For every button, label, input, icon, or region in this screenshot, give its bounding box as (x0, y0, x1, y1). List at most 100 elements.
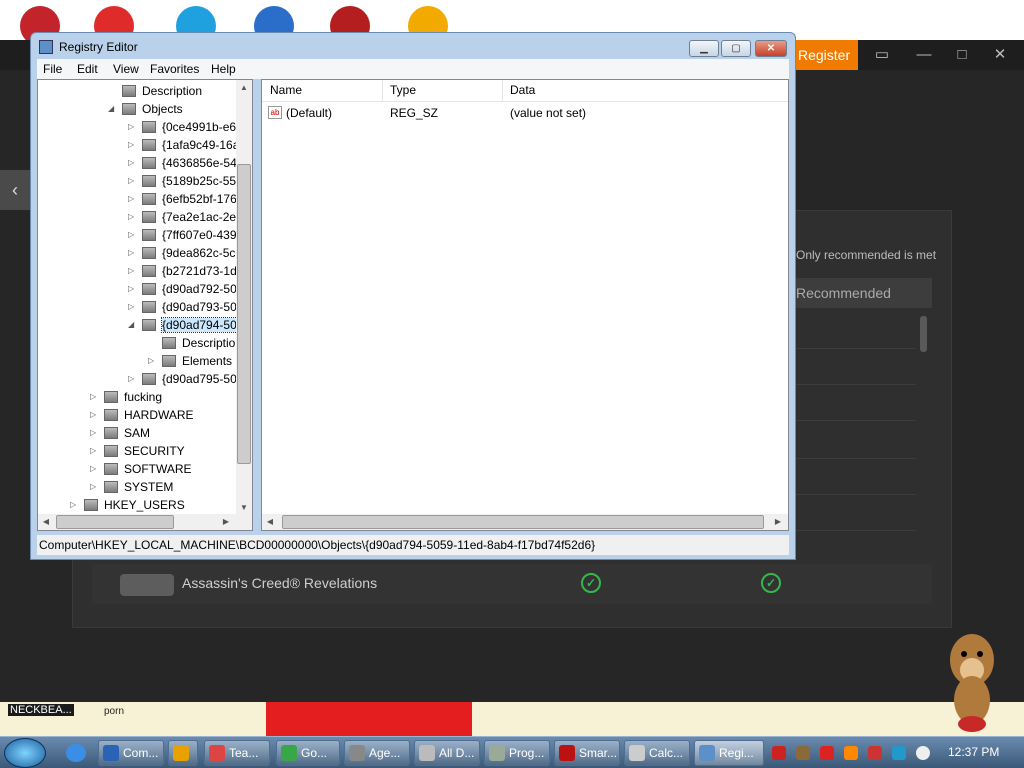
taskbar-item[interactable]: Smar... (554, 740, 620, 766)
scroll-left-arrow-icon[interactable]: ◀ (38, 514, 54, 530)
taskbar-item[interactable]: All D... (414, 740, 480, 766)
tree-node[interactable]: Descriptio (162, 334, 235, 352)
expand-arrow-icon[interactable]: ▷ (90, 388, 96, 406)
tree-node[interactable]: SECURITY (104, 442, 185, 460)
tray-app-icon[interactable] (820, 746, 834, 760)
expand-arrow-icon[interactable]: ▷ (90, 460, 96, 478)
menu-file[interactable]: File (43, 62, 62, 76)
register-button[interactable]: Register (790, 40, 858, 70)
tree-node[interactable]: HKEY_USERS (84, 496, 185, 514)
tree-vertical-scrollbar[interactable]: ▲ ▼ (236, 80, 252, 516)
tree-horizontal-scrollbar[interactable]: ◀ ▶ (38, 514, 252, 530)
panel-scrollbar[interactable] (920, 316, 927, 352)
tree-node[interactable]: SOFTWARE (104, 460, 192, 478)
start-button[interactable] (4, 738, 46, 768)
collapse-arrow-icon[interactable]: ◢ (108, 100, 114, 118)
taskbar-item[interactable]: Prog... (484, 740, 550, 766)
game-row[interactable]: Assassin's Creed® Revelations ✓ ✓ (92, 564, 932, 604)
values-pane[interactable]: Name Type Data ab (Default) REG_SZ (valu… (261, 79, 789, 531)
scroll-right-arrow-icon[interactable]: ▶ (218, 514, 234, 530)
tree-node[interactable]: {d90ad795-505 (142, 370, 243, 388)
tree-node[interactable]: Elements (162, 352, 232, 370)
tree-node[interactable]: {4636856e-540 (142, 154, 243, 172)
tree-node[interactable]: {1afa9c49-16ab (142, 136, 246, 154)
tree-node[interactable]: SAM (104, 424, 150, 442)
minimize-button[interactable]: ▁ (689, 40, 719, 57)
notification-icon[interactable]: ▭ (870, 44, 894, 66)
column-type[interactable]: Type (390, 83, 416, 97)
expand-arrow-icon[interactable]: ▷ (128, 136, 134, 154)
scroll-right-arrow-icon[interactable]: ▶ (770, 514, 786, 530)
value-row[interactable]: ab (Default) REG_SZ (value not set) (262, 104, 788, 122)
menu-favorites[interactable]: Favorites (150, 62, 199, 76)
expand-arrow-icon[interactable]: ▷ (90, 406, 96, 424)
expand-arrow-icon[interactable]: ▷ (128, 118, 134, 136)
tray-app-icon[interactable] (772, 746, 786, 760)
column-name[interactable]: Name (270, 83, 302, 97)
expand-arrow-icon[interactable]: ▷ (148, 352, 154, 370)
expand-arrow-icon[interactable]: ▷ (128, 262, 134, 280)
tray-app-icon[interactable] (844, 746, 858, 760)
column-divider[interactable] (502, 80, 503, 102)
tree-node[interactable]: {0ce4991b-e6b (142, 118, 243, 136)
expand-arrow-icon[interactable]: ▷ (90, 478, 96, 496)
tree-node[interactable]: Objects (122, 100, 183, 118)
expand-arrow-icon[interactable]: ▷ (128, 370, 134, 388)
tree-node[interactable]: HARDWARE (104, 406, 194, 424)
menu-view[interactable]: View (113, 62, 139, 76)
expand-arrow-icon[interactable]: ▷ (128, 154, 134, 172)
back-arrow-icon[interactable]: ‹ (0, 170, 30, 210)
tray-app-icon[interactable] (868, 746, 882, 760)
expand-arrow-icon[interactable]: ▷ (128, 226, 134, 244)
taskbar-item[interactable]: Calc... (624, 740, 690, 766)
expand-arrow-icon[interactable]: ▷ (128, 280, 134, 298)
menu-help[interactable]: Help (211, 62, 236, 76)
key-tree-pane[interactable]: Description Objects ◢ {0ce4991b-e6b ▷ {1afa9c… (37, 79, 253, 531)
tree-node[interactable]: {9dea862c-5cd (142, 244, 242, 262)
tree-node[interactable]: {7ff607e0-4395 (142, 226, 243, 244)
expand-arrow-icon[interactable]: ▷ (128, 298, 134, 316)
tray-app-icon[interactable] (892, 746, 906, 760)
values-horizontal-scrollbar[interactable]: ◀ ▶ (262, 514, 788, 530)
taskbar-item[interactable] (168, 740, 198, 766)
expand-arrow-icon[interactable]: ▷ (90, 424, 96, 442)
scroll-thumb[interactable] (56, 515, 174, 529)
scroll-up-arrow-icon[interactable]: ▲ (236, 80, 252, 96)
clock[interactable]: 12:37 PM (948, 745, 999, 759)
tree-node[interactable]: {7ea2e1ac-2e6 (142, 208, 243, 226)
maximize-button[interactable]: ▢ (721, 40, 751, 57)
tree-node[interactable]: {5189b25c-555 (142, 172, 243, 190)
expand-arrow-icon[interactable]: ▷ (128, 244, 134, 262)
expand-arrow-icon[interactable]: ▷ (128, 190, 134, 208)
taskbar-item[interactable]: Regi... (694, 740, 764, 766)
registry-editor-window[interactable]: Registry Editor ▁ ▢ ✕ File Edit View Fav… (30, 32, 796, 560)
minimize-icon[interactable]: — (912, 44, 936, 66)
tree-node[interactable]: SYSTEM (104, 478, 173, 496)
tree-node[interactable]: {d90ad792-505 (142, 280, 243, 298)
tray-app-icon[interactable] (796, 746, 810, 760)
expand-arrow-icon[interactable]: ▷ (90, 442, 96, 460)
menu-edit[interactable]: Edit (77, 62, 98, 76)
scroll-thumb[interactable] (282, 515, 764, 529)
tree-node[interactable]: {b2721d73-1db (142, 262, 243, 280)
taskbar-item[interactable]: Go... (276, 740, 340, 766)
tree-node[interactable]: fucking (104, 388, 162, 406)
expand-arrow-icon[interactable]: ▷ (70, 496, 76, 514)
collapse-arrow-icon[interactable]: ◢ (128, 316, 134, 334)
close-icon[interactable]: ✕ (988, 44, 1012, 66)
tree-node[interactable]: {d90ad794-505 (142, 316, 245, 334)
column-data[interactable]: Data (510, 83, 535, 97)
scroll-thumb[interactable] (237, 164, 251, 464)
expand-arrow-icon[interactable]: ▷ (128, 208, 134, 226)
hamster-gadget-icon[interactable] (942, 620, 1002, 736)
taskbar-item[interactable]: Tea... (204, 740, 270, 766)
maximize-icon[interactable]: □ (950, 44, 974, 66)
column-divider[interactable] (382, 80, 383, 102)
tree-node[interactable]: {d90ad793-505 (142, 298, 243, 316)
expand-arrow-icon[interactable]: ▷ (128, 172, 134, 190)
scroll-left-arrow-icon[interactable]: ◀ (262, 514, 278, 530)
taskbar-item[interactable]: Age... (344, 740, 410, 766)
close-button[interactable]: ✕ (755, 40, 787, 57)
tree-node[interactable]: {6efb52bf-1766 (142, 190, 243, 208)
tree-node[interactable]: Description (122, 82, 202, 100)
